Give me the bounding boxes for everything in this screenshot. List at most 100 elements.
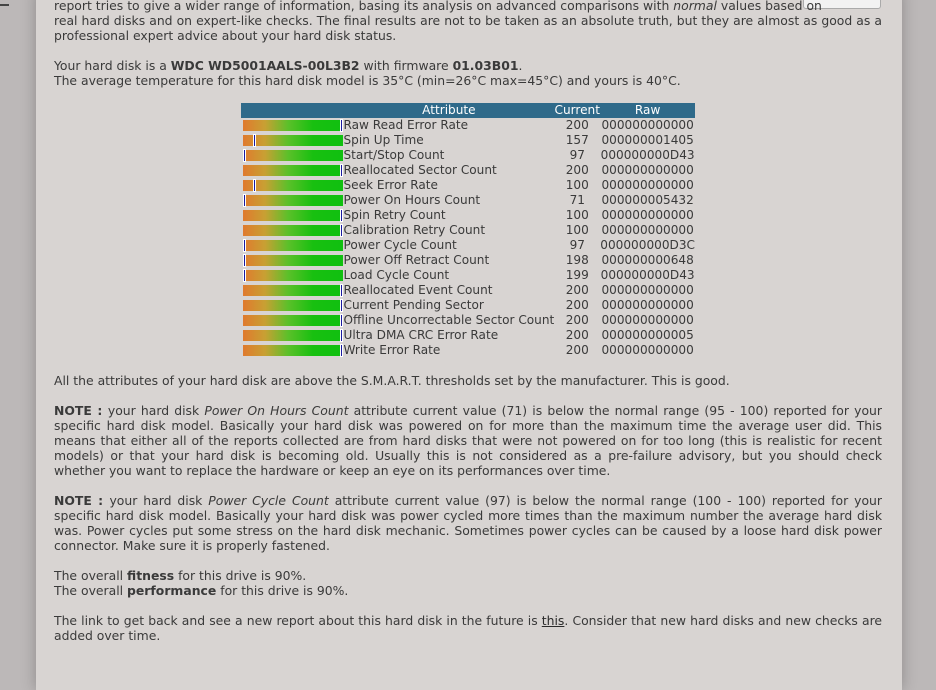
attribute-current: 200 xyxy=(565,163,589,177)
attribute-current: 200 xyxy=(565,283,589,297)
health-marker xyxy=(340,314,343,327)
attribute-current: 200 xyxy=(565,343,589,357)
attribute-name: Raw Read Error Rate xyxy=(343,118,469,132)
health-bar-cell xyxy=(241,178,344,193)
attribute-name: Power Off Retract Count xyxy=(343,253,490,267)
health-bar-cell xyxy=(241,208,344,223)
health-bar-cell xyxy=(241,133,344,148)
health-bar-cell xyxy=(241,343,344,358)
thresholds-line: All the attributes of your hard disk are… xyxy=(54,373,730,388)
attribute-raw: 000000005432 xyxy=(601,193,694,207)
table-row: Ultra DMA CRC Error Rate 200 000000000005 xyxy=(241,328,695,343)
attribute-raw: 000000000648 xyxy=(601,253,694,267)
health-bar-cell xyxy=(241,313,344,328)
table-row: Spin Retry Count 100 000000000000 xyxy=(241,208,695,223)
attribute-current: 198 xyxy=(565,253,589,267)
attribute-name: Reallocated Sector Count xyxy=(343,163,497,177)
health-marker xyxy=(252,134,256,147)
health-bar-cell xyxy=(241,223,344,238)
health-bar xyxy=(243,134,343,147)
health-marker xyxy=(243,149,246,162)
health-bar-cell xyxy=(241,163,344,178)
table-row: Write Error Rate 200 000000000000 xyxy=(241,343,695,358)
table-row: Current Pending Sector 200 000000000000 xyxy=(241,298,695,313)
temperature-line: The average temperature for this hard di… xyxy=(54,73,681,88)
attribute-current: 100 xyxy=(565,178,589,192)
attribute-raw: 000000000000 xyxy=(601,163,694,177)
attribute-current: 100 xyxy=(565,223,589,237)
disk-firmware: 01.03B01 xyxy=(452,58,519,73)
fitness-summary: The overall fitness for this drive is 90… xyxy=(54,568,349,598)
health-marker xyxy=(340,344,343,357)
attribute-name: Ultra DMA CRC Error Rate xyxy=(343,328,499,342)
attribute-current: 157 xyxy=(565,133,589,147)
health-bar xyxy=(243,149,343,162)
health-bar xyxy=(243,224,343,237)
attribute-name: Reallocated Event Count xyxy=(343,283,493,297)
attribute-name: Power Cycle Count xyxy=(343,238,457,252)
table-row: Raw Read Error Rate 200 000000000000 xyxy=(241,118,695,133)
attribute-raw: 000000000000 xyxy=(601,208,694,222)
attribute-raw: 000000000000 xyxy=(601,118,694,132)
attribute-raw: 000000000000 xyxy=(601,178,694,192)
smart-attributes-table: Attribute Current Raw Raw Read Error Rat… xyxy=(241,103,695,358)
attribute-name: Seek Error Rate xyxy=(343,178,438,192)
disk-info: Your hard disk is a WDC WD5001AALS-00L3B… xyxy=(54,58,882,88)
health-bar xyxy=(243,194,343,207)
health-marker xyxy=(340,164,343,177)
attribute-raw: 000000000D3C xyxy=(600,238,695,252)
health-marker xyxy=(340,209,343,222)
health-marker xyxy=(243,269,246,282)
health-marker xyxy=(340,299,343,312)
health-marker xyxy=(340,284,343,297)
table-row: Power Off Retract Count 198 000000000648 xyxy=(241,253,695,268)
table-row: Power On Hours Count 71 000000005432 xyxy=(241,193,695,208)
report-link[interactable]: this xyxy=(542,613,565,628)
health-marker xyxy=(243,239,246,252)
header-attribute: Attribute xyxy=(343,103,555,118)
table-row: Reallocated Sector Count 200 000000000000 xyxy=(241,163,695,178)
health-bar xyxy=(243,209,343,222)
health-bar-cell xyxy=(241,328,344,343)
attribute-current: 200 xyxy=(565,298,589,312)
health-bar xyxy=(243,164,343,177)
attribute-raw: 000000000000 xyxy=(601,313,694,327)
left-edge-rule xyxy=(0,4,9,6)
attribute-name: Load Cycle Count xyxy=(343,268,450,282)
health-bar xyxy=(243,314,343,327)
table-row: Reallocated Event Count 200 000000000000 xyxy=(241,283,695,298)
attribute-name: Write Error Rate xyxy=(343,343,441,357)
health-bar-cell xyxy=(241,193,344,208)
attribute-name: Spin Retry Count xyxy=(343,208,446,222)
attribute-raw: 000000000000 xyxy=(601,298,694,312)
table-row: Start/Stop Count 97 000000000D43 xyxy=(241,148,695,163)
table-row: Power Cycle Count 97 000000000D3C xyxy=(241,238,695,253)
attribute-raw: 000000001405 xyxy=(601,133,694,147)
health-bar-cell xyxy=(241,118,344,133)
health-bar xyxy=(243,119,343,132)
health-bar xyxy=(243,179,343,192)
attribute-current: 200 xyxy=(565,313,589,327)
link-paragraph: The link to get back and see a new repor… xyxy=(54,613,883,643)
attribute-current: 100 xyxy=(565,208,589,222)
attribute-current: 97 xyxy=(569,148,585,162)
disk-model: WDC WD5001AALS-00L3B2 xyxy=(170,58,360,73)
health-bar-cell xyxy=(241,253,344,268)
attribute-raw: 000000000000 xyxy=(601,283,694,297)
header-current: Current xyxy=(554,103,601,118)
table-row: Offline Uncorrectable Sector Count 200 000… xyxy=(241,313,695,328)
note-power-cycle: NOTE : your hard disk Power Cycle Count … xyxy=(54,493,883,553)
health-bar-cell xyxy=(241,298,344,313)
table-row: Spin Up Time 157 000000001405 xyxy=(241,133,695,148)
intro-paragraph: report tries to give a wider range of in… xyxy=(54,0,882,43)
health-bar-cell xyxy=(241,268,344,283)
attribute-name: Power On Hours Count xyxy=(343,193,481,207)
health-bar xyxy=(243,344,343,357)
attribute-current: 97 xyxy=(569,238,585,252)
health-marker xyxy=(243,254,246,267)
attribute-raw: 000000000000 xyxy=(601,343,694,357)
attribute-current: 200 xyxy=(565,328,589,342)
health-marker xyxy=(340,329,343,342)
attribute-name: Current Pending Sector xyxy=(343,298,484,312)
health-bar xyxy=(243,269,343,282)
